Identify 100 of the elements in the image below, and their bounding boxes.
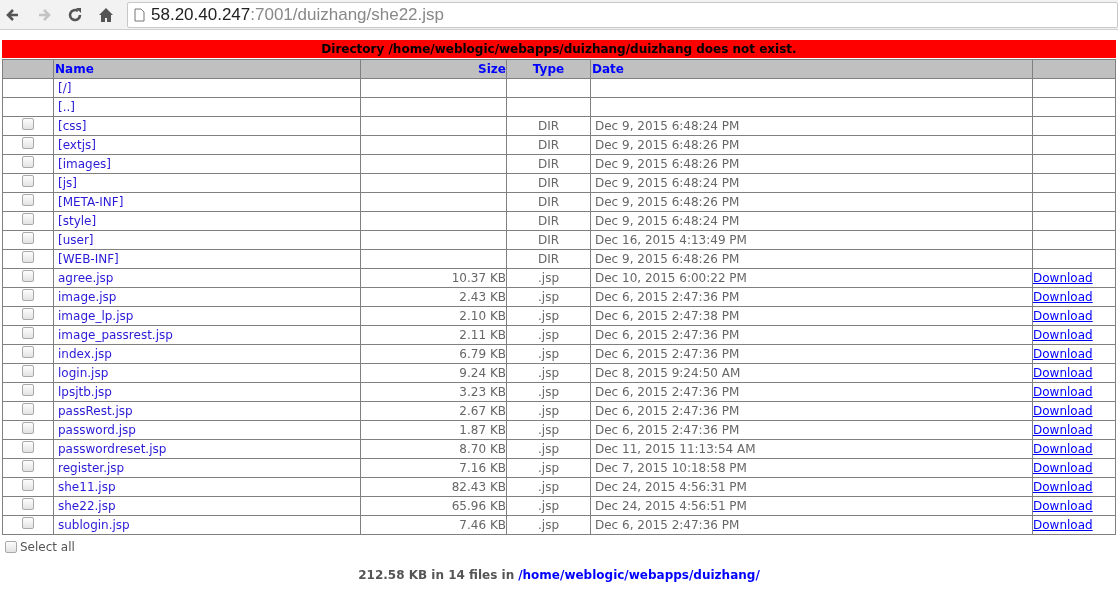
folder-link[interactable]: [..] (58, 99, 75, 114)
file-link[interactable]: lpsjtb.jsp (58, 384, 112, 399)
row-checkbox[interactable] (22, 460, 34, 472)
file-link[interactable]: index.jsp (58, 346, 112, 361)
summary-text: 212.58 KB in 14 files in (358, 567, 515, 584)
file-type: .jsp (538, 422, 559, 437)
file-link[interactable]: she22.jsp (58, 498, 116, 513)
file-size: 7.16 KB (459, 460, 506, 475)
file-size: 7.46 KB (459, 517, 506, 532)
column-header[interactable]: Size (360, 59, 507, 79)
file-type: .jsp (538, 403, 559, 418)
row-checkbox[interactable] (22, 441, 34, 453)
file-size: 8.70 KB (459, 441, 506, 456)
home-icon[interactable] (97, 5, 115, 24)
directory-link[interactable]: /home/weblogic/webapps/duizhang/ (518, 566, 760, 584)
folder-link[interactable]: [WEB-INF] (58, 251, 119, 266)
folder-link[interactable]: [/] (58, 80, 72, 95)
modified-date: Dec 10, 2015 6:00:22 PM (595, 270, 747, 285)
file-type: .jsp (538, 384, 559, 399)
file-type: DIR (537, 137, 560, 152)
file-type: .jsp (538, 289, 559, 304)
row-checkbox[interactable] (22, 213, 34, 225)
row-checkbox[interactable] (22, 346, 34, 358)
file-size: 1.87 KB (459, 422, 506, 437)
file-type: DIR (537, 194, 560, 209)
folder-link[interactable]: [css] (58, 118, 87, 133)
select-all-label: Select all (20, 539, 75, 556)
file-size: 2.43 KB (459, 289, 506, 304)
folder-link[interactable]: [META-INF] (58, 194, 124, 209)
address-bar[interactable]: 58.20.40.247:7001/duizhang/she22.jsp (127, 1, 1118, 28)
folder-link[interactable]: [style] (58, 213, 97, 228)
modified-date: Dec 6, 2015 2:47:36 PM (595, 289, 740, 304)
row-checkbox[interactable] (22, 479, 34, 491)
file-type: DIR (537, 118, 560, 133)
file-link[interactable]: image_lp.jsp (58, 308, 134, 323)
file-link[interactable]: image.jsp (58, 289, 117, 304)
file-link[interactable]: login.jsp (58, 365, 109, 380)
file-type: DIR (537, 213, 560, 228)
row-checkbox[interactable] (22, 232, 34, 244)
row-checkbox[interactable] (22, 498, 34, 510)
file-link[interactable]: password.jsp (58, 422, 136, 437)
row-checkbox[interactable] (22, 403, 34, 415)
row-checkbox[interactable] (22, 118, 34, 130)
row-checkbox[interactable] (22, 422, 34, 434)
modified-date: Dec 6, 2015 2:47:36 PM (595, 327, 740, 342)
file-type: .jsp (538, 479, 559, 494)
file-size: 9.24 KB (459, 365, 506, 380)
modified-date: Dec 6, 2015 2:47:36 PM (595, 403, 740, 418)
row-checkbox[interactable] (22, 137, 34, 149)
file-size: 10.37 KB (451, 270, 506, 285)
file-type: DIR (537, 175, 560, 190)
modified-date: Dec 24, 2015 4:56:51 PM (595, 498, 747, 513)
modified-date: Dec 9, 2015 6:48:26 PM (595, 137, 740, 152)
column-header[interactable]: Type (506, 59, 591, 79)
row-checkbox[interactable] (22, 517, 34, 529)
row-checkbox[interactable] (22, 327, 34, 339)
file-type: .jsp (538, 460, 559, 475)
column-header[interactable]: Name (53, 59, 361, 79)
reload-icon[interactable] (66, 5, 84, 24)
file-size: 3.23 KB (459, 384, 506, 399)
file-size: 65.96 KB (451, 498, 506, 513)
file-link[interactable]: sublogin.jsp (58, 517, 130, 532)
file-link[interactable]: register.jsp (58, 460, 125, 475)
modified-date: Dec 9, 2015 6:48:26 PM (595, 156, 740, 171)
row-checkbox[interactable] (22, 270, 34, 282)
folder-link[interactable]: [user] (58, 232, 94, 247)
modified-date: Dec 6, 2015 2:47:36 PM (595, 346, 740, 361)
file-size: 2.11 KB (459, 327, 506, 342)
modified-date: Dec 6, 2015 2:47:36 PM (595, 422, 740, 437)
folder-link[interactable]: [images] (58, 156, 111, 171)
modified-date: Dec 9, 2015 6:48:24 PM (595, 175, 740, 190)
file-type: .jsp (538, 441, 559, 456)
folder-link[interactable]: [js] (58, 175, 77, 190)
file-type: .jsp (538, 517, 559, 532)
file-link[interactable]: agree.jsp (58, 270, 114, 285)
column-header[interactable]: Date (590, 59, 1033, 79)
row-checkbox[interactable] (22, 289, 34, 301)
folder-link[interactable]: [extjs] (58, 137, 96, 152)
row-checkbox[interactable] (22, 365, 34, 377)
row-checkbox[interactable] (22, 384, 34, 396)
file-type: .jsp (538, 308, 559, 323)
file-link[interactable]: she11.jsp (58, 479, 116, 494)
file-size: 2.10 KB (459, 308, 506, 323)
url-text: 58.20.40.247:7001/duizhang/she22.jsp (151, 3, 445, 26)
file-type: .jsp (538, 365, 559, 380)
row-checkbox[interactable] (22, 156, 34, 168)
select-all-checkbox[interactable] (5, 541, 17, 553)
error-banner: Directory /home/weblogic/webapps/duizhang/duizhang does not exist. (2, 40, 1116, 58)
modified-date: Dec 6, 2015 2:47:38 PM (595, 308, 740, 323)
row-checkbox[interactable] (22, 194, 34, 206)
file-type: .jsp (538, 346, 559, 361)
modified-date: Dec 9, 2015 6:48:24 PM (595, 213, 740, 228)
modified-date: Dec 6, 2015 2:47:36 PM (595, 384, 740, 399)
row-checkbox[interactable] (22, 251, 34, 263)
file-link[interactable]: passRest.jsp (58, 403, 133, 418)
modified-date: Dec 9, 2015 6:48:24 PM (595, 118, 740, 133)
row-checkbox[interactable] (22, 175, 34, 187)
file-type: DIR (537, 232, 560, 247)
row-checkbox[interactable] (22, 308, 34, 320)
file-type: .jsp (538, 270, 559, 285)
